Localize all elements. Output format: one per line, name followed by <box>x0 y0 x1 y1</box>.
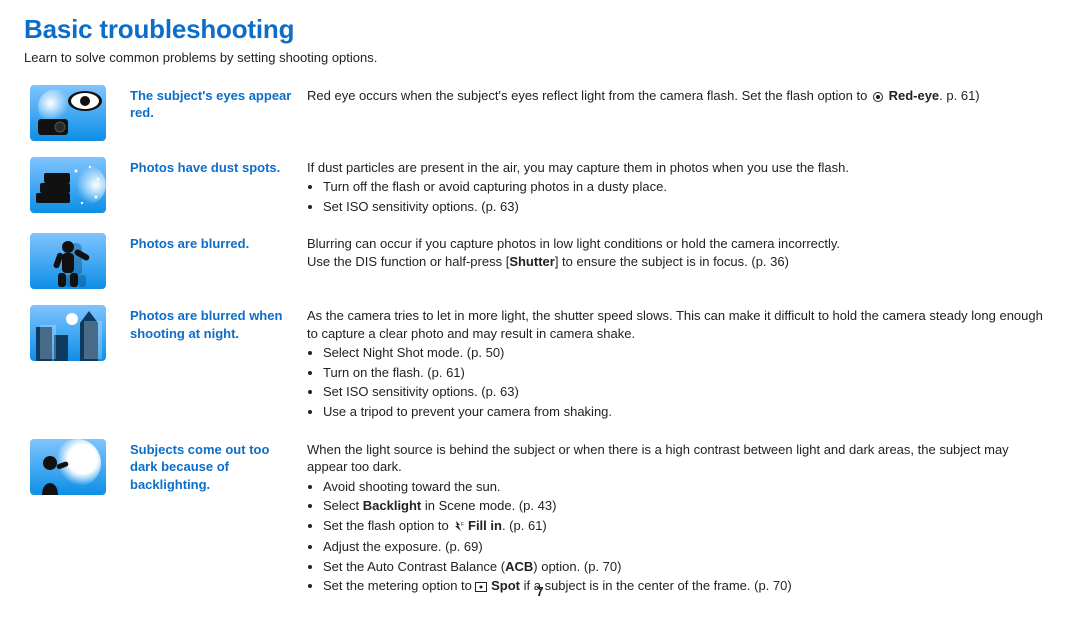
eye-inline-icon <box>871 89 885 107</box>
red-eye-icon <box>30 85 106 141</box>
list-item: Set the flash option to F Fill in. (p. 6… <box>323 517 1050 537</box>
table-row: Photos have dust spots. If dust particle… <box>24 153 1056 230</box>
row-label: The subject's eyes appear red. <box>124 81 301 153</box>
list-item: Select Night Shot mode. (p. 50) <box>323 344 1050 362</box>
backlight-icon <box>30 439 106 495</box>
table-row: The subject's eyes appear red. Red eye o… <box>24 81 1056 153</box>
list-item: Select Backlight in Scene mode. (p. 43) <box>323 497 1050 515</box>
fillin-inline-icon: F <box>452 519 464 537</box>
row-label: Photos are blurred. <box>124 229 301 301</box>
list-item: Avoid shooting toward the sun. <box>323 478 1050 496</box>
blur-icon <box>30 233 106 289</box>
page-title: Basic troubleshooting <box>24 12 1056 47</box>
list-item: Turn on the flash. (p. 61) <box>323 364 1050 382</box>
list-item: Set ISO sensitivity options. (p. 63) <box>323 198 1050 216</box>
row-label: Photos have dust spots. <box>124 153 301 230</box>
list-item: Adjust the exposure. (p. 69) <box>323 538 1050 556</box>
list-item: Use a tripod to prevent your camera from… <box>323 403 1050 421</box>
bold-shutter: Shutter <box>509 254 555 269</box>
table-row: Photos are blurred. Blurring can occur i… <box>24 229 1056 301</box>
row-body: Red eye occurs when the subject's eyes r… <box>301 81 1056 153</box>
page-subtitle: Learn to solve common problems by settin… <box>24 49 1056 67</box>
svg-text:F: F <box>461 522 464 528</box>
troubleshooting-table: The subject's eyes appear red. Red eye o… <box>24 81 1056 611</box>
list-item: Set ISO sensitivity options. (p. 63) <box>323 383 1050 401</box>
dust-icon <box>30 157 106 213</box>
list-item: Set the Auto Contrast Balance (ACB) opti… <box>323 558 1050 576</box>
table-row: Photos are blurred when shooting at nigh… <box>24 301 1056 434</box>
row-body: If dust particles are present in the air… <box>301 153 1056 230</box>
row-body: Blurring can occur if you capture photos… <box>301 229 1056 301</box>
bold-option: Red-eye <box>889 88 940 103</box>
night-icon <box>30 305 106 361</box>
page-number: 7 <box>0 583 1080 601</box>
row-body: As the camera tries to let in more light… <box>301 301 1056 434</box>
list-item: Turn off the flash or avoid capturing ph… <box>323 178 1050 196</box>
row-label: Photos are blurred when shooting at nigh… <box>124 301 301 434</box>
